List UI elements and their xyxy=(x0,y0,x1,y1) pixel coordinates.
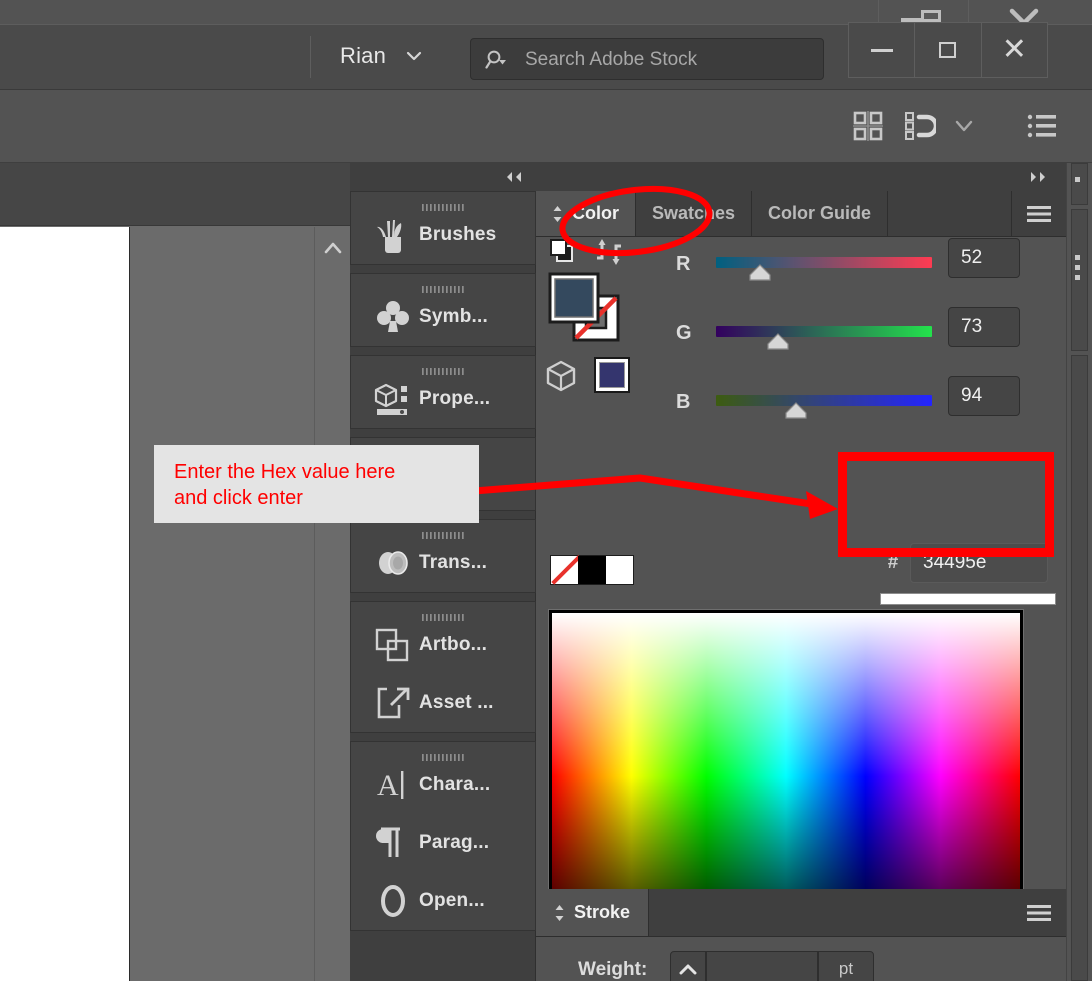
annotation-callout: Enter the Hex value here and click enter xyxy=(154,445,479,523)
annotation-ellipse xyxy=(559,185,713,257)
annotation-text: Enter the Hex value here and click enter xyxy=(174,461,396,509)
annotation-highlight-box xyxy=(838,452,1054,557)
illustrator-window: Rian Search Adobe Stock ✕ Brushes Symb..… xyxy=(0,0,1092,981)
annotation-arrow-head xyxy=(806,491,838,519)
annotation-arrow-line xyxy=(470,474,822,509)
